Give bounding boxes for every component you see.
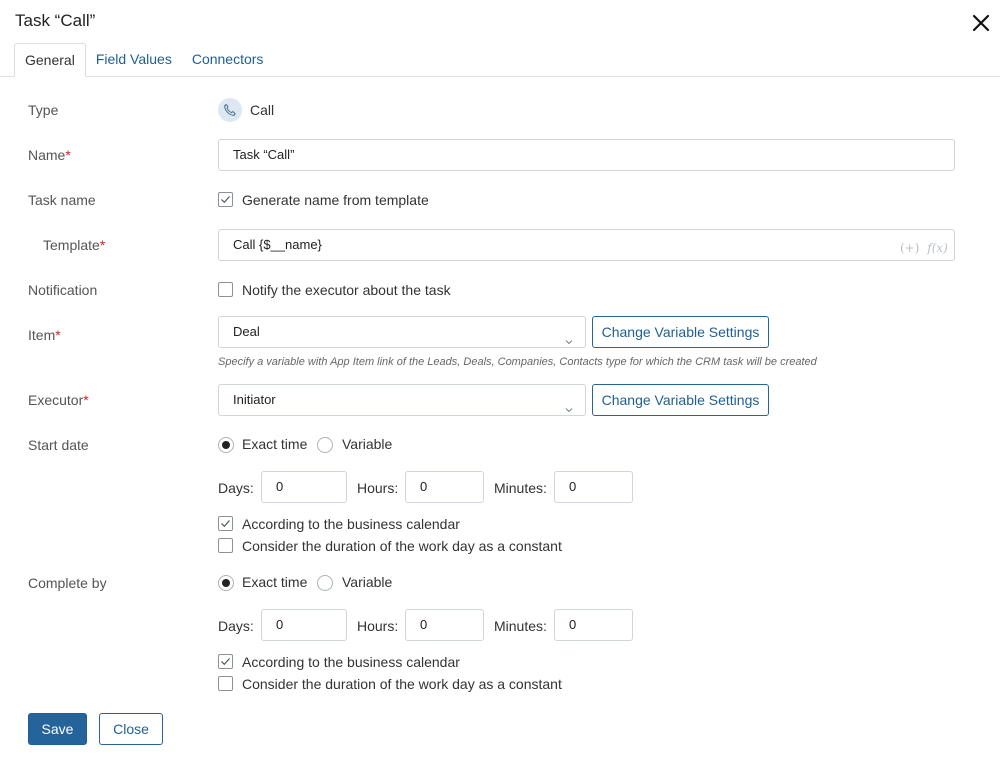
start-minutes-input[interactable]: 0: [554, 471, 633, 503]
template-tools: (+) f(x): [900, 241, 948, 255]
complete-days-label: Days:: [218, 618, 254, 634]
start-business-calendar-checkbox[interactable]: [218, 516, 233, 531]
tab-general[interactable]: General: [14, 43, 86, 77]
name-label: Name*: [28, 147, 71, 163]
start-hours-label: Hours:: [357, 480, 399, 496]
notify-executor-checkbox[interactable]: [218, 282, 233, 297]
executor-change-variable-button[interactable]: Change Variable Settings: [592, 384, 769, 416]
complete-business-calendar-checkbox[interactable]: [218, 654, 233, 669]
complete-days-input[interactable]: 0: [261, 609, 347, 641]
start-exact-time-radio[interactable]: [218, 437, 234, 453]
phone-icon: [218, 98, 242, 122]
item-change-variable-button[interactable]: Change Variable Settings: [592, 316, 769, 348]
chevron-down-icon: [565, 395, 573, 413]
complete-hours-label: Hours:: [357, 618, 399, 634]
complete-hours-input[interactable]: 0: [405, 609, 484, 641]
generate-name-label: Generate name from template: [242, 192, 429, 208]
close-button[interactable]: Close: [99, 713, 163, 745]
tab-field-values[interactable]: Field Values: [86, 43, 182, 77]
start-date-label: Start date: [28, 437, 89, 453]
start-minutes-label: Minutes:: [494, 480, 547, 496]
template-label: Template*: [43, 237, 106, 253]
item-hint: Specify a variable with App Item link of…: [218, 356, 817, 368]
complete-exact-time-label: Exact time: [242, 574, 308, 590]
close-icon[interactable]: [970, 12, 992, 34]
start-hours-input[interactable]: 0: [405, 471, 484, 503]
start-days-label: Days:: [218, 480, 254, 496]
start-variable-radio[interactable]: [317, 437, 333, 453]
dialog-title: Task “Call”: [15, 11, 96, 30]
complete-exact-time-radio[interactable]: [218, 575, 234, 591]
insert-variable-icon[interactable]: (+): [900, 241, 919, 255]
start-exact-time-label: Exact time: [242, 436, 308, 452]
type-label: Type: [28, 102, 59, 118]
start-constant-day-checkbox[interactable]: [218, 538, 233, 553]
complete-business-calendar-label: According to the business calendar: [242, 654, 460, 670]
executor-select[interactable]: Initiator: [218, 384, 586, 416]
generate-name-checkbox[interactable]: [218, 192, 233, 207]
function-icon[interactable]: f(x): [927, 241, 948, 255]
notify-executor-label: Notify the executor about the task: [242, 282, 451, 298]
complete-by-label: Complete by: [28, 575, 107, 591]
complete-variable-label: Variable: [342, 574, 393, 590]
complete-minutes-input[interactable]: 0: [554, 609, 633, 641]
item-select[interactable]: Deal: [218, 316, 586, 348]
start-variable-label: Variable: [342, 436, 393, 452]
complete-variable-radio[interactable]: [317, 575, 333, 591]
executor-select-value: Initiator: [233, 392, 276, 407]
notification-label: Notification: [28, 282, 98, 298]
tab-bar: General Field Values Connectors: [14, 43, 273, 77]
task-name-label: Task name: [28, 192, 96, 208]
complete-constant-day-checkbox[interactable]: [218, 676, 233, 691]
start-business-calendar-label: According to the business calendar: [242, 516, 460, 532]
start-constant-day-label: Consider the duration of the work day as…: [242, 538, 562, 554]
type-value: Call: [250, 102, 275, 118]
item-label: Item*: [28, 327, 61, 343]
start-days-input[interactable]: 0: [261, 471, 347, 503]
name-input[interactable]: Task “Call”: [218, 139, 955, 171]
complete-constant-day-label: Consider the duration of the work day as…: [242, 676, 562, 692]
item-select-value: Deal: [233, 324, 260, 339]
complete-minutes-label: Minutes:: [494, 618, 547, 634]
save-button[interactable]: Save: [28, 713, 87, 745]
executor-label: Executor*: [28, 392, 89, 408]
template-input[interactable]: Call {$__name}: [218, 229, 955, 261]
chevron-down-icon: [565, 327, 573, 345]
tab-connectors[interactable]: Connectors: [182, 43, 274, 77]
